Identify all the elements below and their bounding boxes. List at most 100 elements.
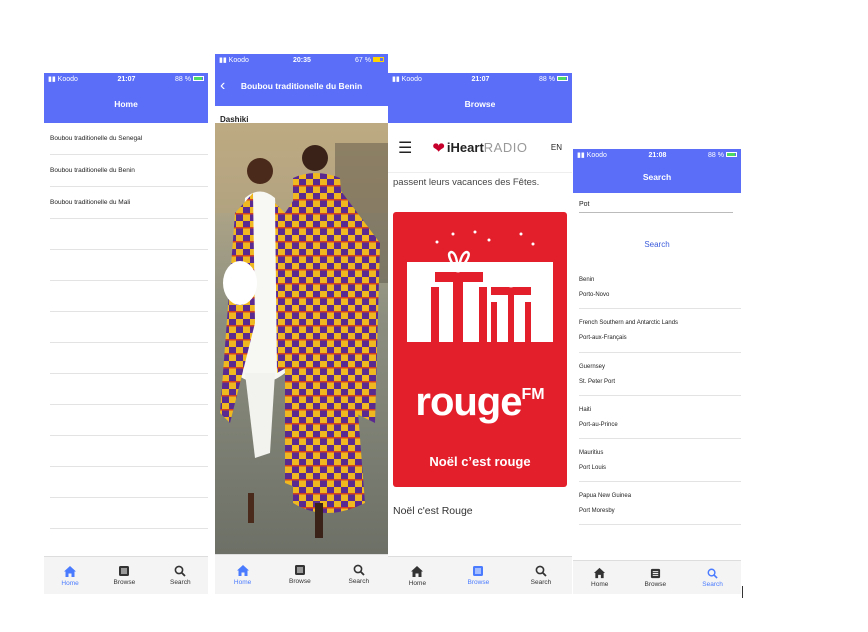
phone-home: ▮▮ Koodo 21:07 88 % Home Boubou traditio… [44,73,208,594]
status-bar: ▮▮ Koodo 20:35 67 % [215,54,388,66]
tab-browse[interactable]: Browse [113,565,136,586]
menu-icon[interactable]: ☰ [398,138,412,158]
result-item[interactable]: Papua New Guinea Port Moresby [579,482,741,525]
carrier-label: Koodo [57,76,78,83]
card-brand: rougeFM [415,380,545,424]
empty-row [50,219,208,250]
tab-home[interactable]: Home [234,564,251,586]
status-bar: ▮▮ Koodo 21:08 88 % [573,149,741,161]
list-item[interactable]: Boubou traditionelle du Benin [50,155,208,187]
page-title: Boubou traditionelle du Benin [240,81,363,91]
tab-bar: Home Browse Search [44,556,208,594]
result-country: Papua New Guinea [579,492,632,499]
card-tagline: Noël c’est rouge [429,454,531,469]
tab-search[interactable]: Search [170,565,191,586]
search-icon [353,564,365,576]
browse-icon [119,566,130,576]
tab-search[interactable]: Search [702,568,723,588]
empty-row [50,281,208,312]
result-item[interactable]: Mauritius Port Louis [579,439,741,482]
empty-row [50,374,208,405]
browse-icon [294,565,305,575]
tab-browse[interactable]: Browse [644,568,667,588]
rouge-fm-card[interactable]: rougeFM Noël c’est rouge [393,212,567,487]
battery-label: 88 % [175,75,191,83]
nav-bar: ‹ Boubou traditionelle du Benin [215,66,388,106]
tab-browse[interactable]: Browse [467,565,490,586]
battery-icon [372,57,384,63]
result-item[interactable]: French Southern and Antarctic Lands Port… [579,309,741,353]
tab-label: Browse [113,579,136,586]
nav-bar: Browse [388,85,572,123]
empty-row [50,467,208,498]
phone-detail: ▮▮ Koodo 20:35 67 % ‹ Boubou traditionel… [215,54,388,594]
tab-bar: Home Browse Search [388,556,572,594]
battery-label: 67 % [355,56,371,64]
result-country: Mauritius [579,449,604,456]
tab-label: Search [530,579,552,586]
home-icon [236,564,249,576]
result-capital: Port Louis [579,464,607,471]
home-icon [411,565,424,577]
page-title: Home [114,99,138,109]
battery-icon [556,76,568,82]
lang-switch[interactable]: EN [551,143,562,152]
empty-row [50,343,208,374]
back-icon[interactable]: ‹ [220,77,225,95]
couple-illustration [215,123,388,538]
result-country: Guernsey [579,363,606,370]
status-time: 21:08 [648,151,667,159]
empty-row [50,250,208,281]
signal-icon: ▮▮ [392,76,400,83]
list-item[interactable]: Boubou traditionelle du Mali [50,187,208,219]
tab-bar: Home Browse Search [215,554,388,594]
result-item[interactable]: Guernsey St. Peter Port [579,353,741,396]
search-button[interactable]: Search [573,240,741,249]
browse-icon [473,566,484,576]
nav-bar: Home [44,85,208,123]
tab-search[interactable]: Search [348,564,369,585]
tab-home[interactable]: Home [591,567,608,588]
search-input[interactable]: Pot [579,199,733,213]
tab-label: Browse [644,580,667,588]
nav-bar: Search [573,161,741,193]
result-item[interactable]: Benin Porto-Novo [579,267,741,309]
empty-row [50,529,208,557]
empty-row [50,312,208,343]
home-icon [64,565,77,577]
result-capital: Porto-Novo [579,292,610,298]
result-country: Benin [579,277,595,283]
tab-search[interactable]: Search [530,565,552,586]
gift-icon [407,230,553,342]
phone-search: ▮▮ Koodo 21:08 88 % Search Pot Search Be… [573,149,741,594]
tab-home[interactable]: Home [409,565,426,587]
carrier-label: Koodo [228,57,249,64]
cursor-mark [742,586,743,598]
result-item[interactable]: Haiti Port-au-Prince [579,396,741,439]
page-title: Browse [464,99,496,109]
tab-home[interactable]: Home [61,565,79,587]
photo [215,123,388,554]
list-item-label: Boubou traditionelle du Senegal [50,135,143,142]
signal-icon: ▮▮ [219,57,227,64]
empty-row [50,405,208,436]
tab-browse[interactable]: Browse [289,564,311,585]
search-icon [707,568,718,579]
status-bar: ▮▮ Koodo 21:07 88 % [388,73,572,85]
list-item[interactable]: Boubou traditionelle du Senegal [50,123,208,155]
result-capital: Port-aux-Français [579,335,627,341]
home-icon [594,567,606,579]
list-item-label: Boubou traditionelle du Benin [50,167,135,174]
heart-icon: ❤ [432,139,445,157]
iheart-logo: ❤ iHeart RADIO [432,139,528,157]
result-capital: Port Moresby [579,507,615,514]
signal-icon: ▮▮ [577,152,585,159]
search-icon [174,565,186,577]
card-title[interactable]: Noël c'est Rouge [393,505,473,517]
result-capital: Port-au-Prince [579,421,618,428]
tab-label: Browse [467,579,490,586]
tab-label: Home [61,579,79,587]
empty-row [50,498,208,529]
browse-icon [650,568,660,578]
battery-label: 88 % [708,151,724,159]
